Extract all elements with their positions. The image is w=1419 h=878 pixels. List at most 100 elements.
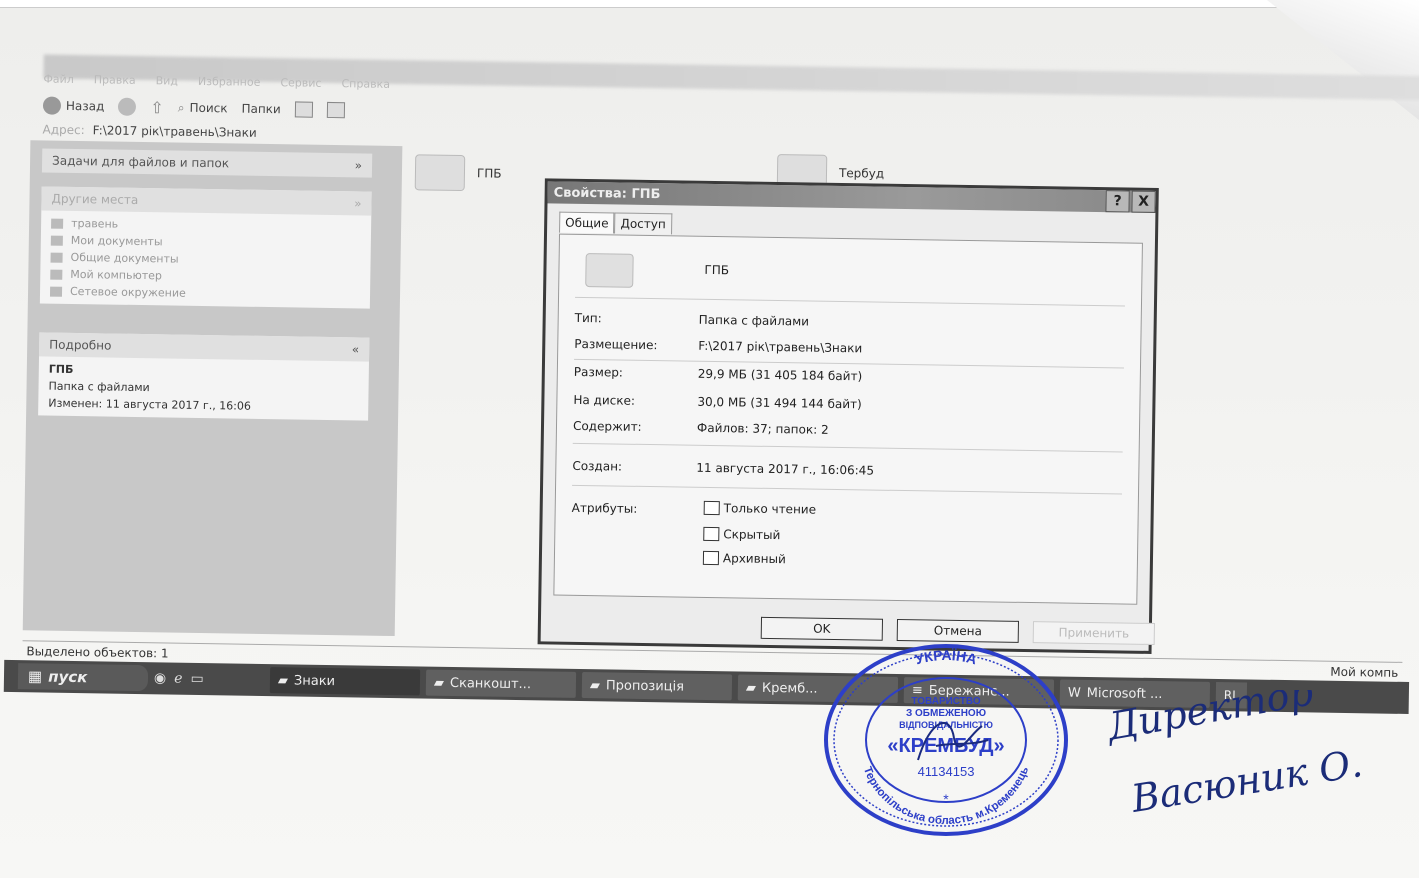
folder-label: Тербуд [838, 165, 885, 181]
company-stamp: УКРАЇНА Тернопільська область м.Кременец… [824, 644, 1068, 836]
stamp-line2: З ОБМЕЖЕНОЮ [906, 708, 986, 719]
folder-name-field[interactable]: ГПБ [704, 263, 729, 277]
place-label: травень [71, 216, 119, 231]
property-row: Содержит: Файлов: 37; папок: 2 [573, 419, 829, 437]
property-value: F:\2017 рік\травень\Знаки [698, 338, 863, 356]
menu-view[interactable]: Вид [155, 74, 179, 92]
menu-tools[interactable]: Сервис [280, 76, 321, 95]
folder-label: ГПБ [476, 166, 502, 181]
views-icon[interactable] [294, 101, 313, 118]
menu-file[interactable]: Файл [43, 72, 74, 90]
media-player-icon[interactable]: ◉ [154, 670, 166, 686]
place-label: Мой компьютер [70, 267, 163, 283]
stamp-line1: ТОВАРИСТВО [911, 696, 980, 707]
property-label: Содержит: [572, 418, 642, 434]
tasks-title: Задачи для файлов и папок [52, 153, 230, 171]
property-value: 29,9 МБ (31 405 184 байт) [697, 366, 863, 384]
menu-favorites[interactable]: Избранное [198, 75, 261, 94]
details-modified: Изменен: 11 августа 2017 г., 16:06 [48, 396, 252, 413]
tab-sharing[interactable]: Доступ [614, 212, 672, 235]
back-button[interactable]: Назад [42, 96, 105, 115]
folder-icon: ▰ [277, 672, 289, 688]
search-label: Поиск [189, 100, 228, 116]
taskbar-item[interactable]: ▰ Сканкошт... [425, 669, 577, 698]
property-value: 11 августа 2017 г., 16:06:45 [696, 460, 875, 478]
folder-icon: ▰ [433, 675, 445, 691]
menu-edit[interactable]: Правка [94, 73, 136, 92]
browser-icon[interactable]: ℯ [174, 671, 183, 687]
signature-line1: Директор [1102, 690, 1317, 749]
place-label: Мои документы [70, 233, 163, 249]
tab-general[interactable]: Общие [559, 211, 615, 234]
explorer-toolbar: Назад ⇧ ⌕ Поиск Папки [42, 92, 643, 127]
folder-item[interactable]: ГПБ [414, 154, 502, 192]
taskbar-item-label: Кремб... [761, 680, 818, 697]
taskbar-item-label: Пропозиція [605, 677, 685, 695]
folder-icon [51, 218, 64, 229]
taskbar-item[interactable]: ▰ Знаки [269, 667, 421, 696]
property-label: На диске: [573, 392, 636, 408]
help-button[interactable]: ? [1105, 190, 1130, 213]
other-places-box: Другие места » травень Мои документы Общ… [39, 186, 372, 309]
place-item[interactable]: Сетевое окружение [49, 283, 360, 305]
property-row: На диске: 30,0 МБ (31 494 144 байт) [573, 393, 862, 412]
quick-launch: ◉ ℯ ▭ [154, 670, 264, 688]
desktop-icon[interactable]: ▭ [190, 671, 203, 687]
collapse-icon: » [354, 158, 363, 173]
folder-sync-icon[interactable] [326, 101, 345, 119]
back-label: Назад [65, 98, 105, 114]
printed-screenshot: Файл Правка Вид Избранное Сервис Справка… [3, 40, 1419, 722]
tasks-header[interactable]: Задачи для файлов и папок » [41, 148, 373, 178]
details-body: ГПБ Папка с файлами Изменен: 11 августа … [38, 356, 369, 420]
search-button[interactable]: ⌕ Поиск [178, 100, 228, 116]
place-label: Общие документы [70, 250, 179, 266]
details-box: Подробно « ГПБ Папка с файлами Изменен: … [38, 332, 370, 421]
start-button[interactable]: ▦ пуск [17, 663, 149, 692]
checkbox-box [703, 500, 720, 516]
properties-dialog: Свойства: ГПБ ? X Общие Доступ ГПБ Тип: П… [537, 178, 1159, 654]
task-pane: Задачи для файлов и папок » Другие места… [22, 140, 403, 637]
dialog-buttons: OK Отмена Применить [760, 616, 1155, 645]
property-value: 30,0 МБ (31 494 144 байт) [697, 394, 862, 412]
close-button[interactable]: X [1131, 190, 1156, 213]
folder-icon: ▰ [589, 677, 601, 693]
checkbox-box [702, 550, 720, 566]
other-places-list: травень Мои документы Общие документы Мо… [40, 210, 371, 308]
checkbox-label: Архивный [722, 551, 786, 567]
up-folder-icon[interactable]: ⇧ [150, 98, 164, 117]
dialog-title-bar: Свойства: ГПБ ? X [547, 181, 1156, 213]
property-value: Файлов: 37; папок: 2 [696, 420, 829, 437]
handwritten-signature: Директор Васюник О. [1102, 690, 1366, 821]
property-row: Создан: 11 августа 2017 г., 16:06:45 [572, 459, 874, 478]
cancel-button[interactable]: Отмена [896, 618, 1020, 643]
folders-label: Папки [241, 101, 281, 117]
ok-button[interactable]: OK [760, 616, 884, 641]
menu-help[interactable]: Справка [341, 77, 390, 96]
shared-documents-icon [50, 252, 63, 263]
divider [572, 484, 1123, 495]
property-row: Тип: Папка с файлами [575, 311, 810, 329]
computer-icon [50, 269, 63, 280]
property-label: Размещение: [574, 336, 658, 353]
hidden-checkbox[interactable]: Скрытый [703, 526, 780, 542]
readonly-checkbox[interactable]: Только чтение [703, 500, 816, 517]
place-label: Сетевое окружение [69, 284, 186, 300]
divider [575, 296, 1125, 307]
property-label: Размер: [573, 364, 624, 380]
stamp-star-icon: * [943, 791, 949, 807]
paper-edge [0, 0, 1419, 8]
archive-checkbox[interactable]: Архивный [702, 550, 786, 567]
folders-button[interactable]: Папки [241, 102, 280, 117]
attributes-label: Атрибуты: [572, 501, 696, 517]
signature-line2: Васюник О. [1128, 741, 1366, 821]
network-icon [49, 286, 63, 297]
dialog-title: Свойства: ГПБ [553, 184, 661, 202]
property-label: Создан: [572, 458, 623, 474]
forward-icon[interactable] [118, 97, 137, 116]
taskbar-item-label: Сканкошт... [449, 675, 532, 692]
property-label: Тип: [574, 310, 602, 326]
stamp-code: 41134153 [918, 764, 975, 779]
address-label: Адрес: [42, 122, 85, 138]
taskbar-item[interactable]: ▰ Пропозиція [581, 672, 733, 701]
details-title: Подробно [49, 337, 112, 353]
